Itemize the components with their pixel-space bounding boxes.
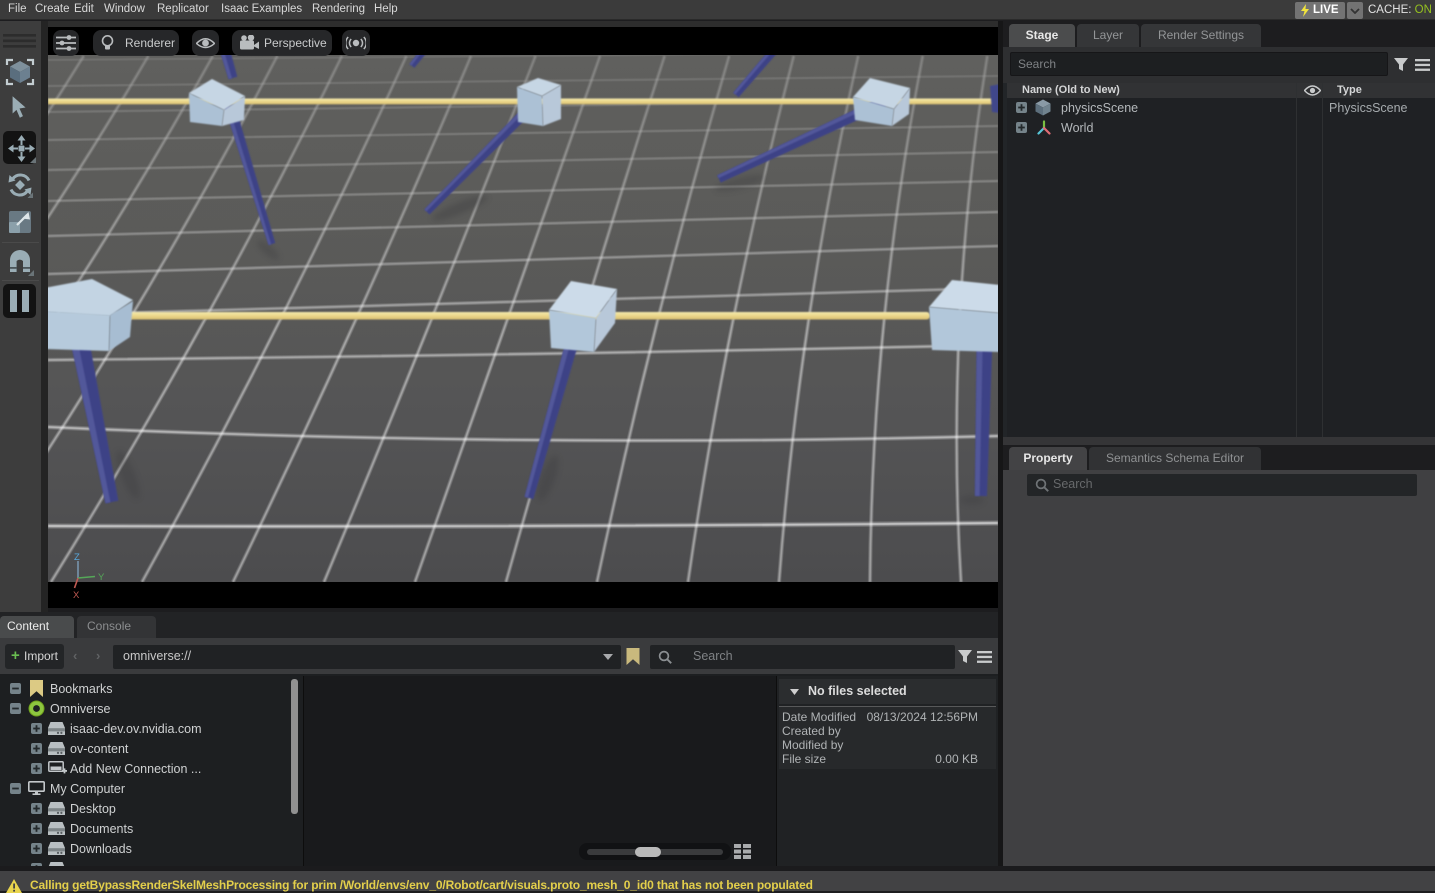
svg-text:Z: Z (74, 552, 80, 563)
svg-text:Y: Y (98, 572, 105, 583)
svg-text:X: X (73, 590, 80, 599)
